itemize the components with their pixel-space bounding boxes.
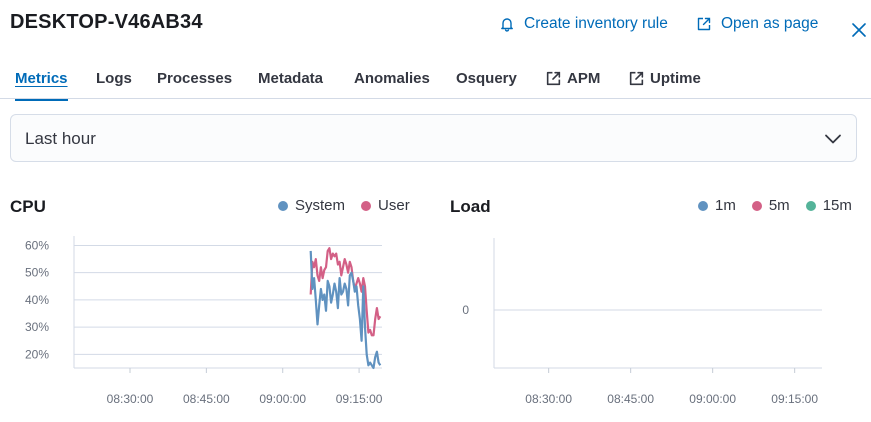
tab-bar: Metrics Logs Processes Metadata Anomalie… (0, 60, 871, 101)
legend-label: User (378, 197, 410, 214)
legend-label: 5m (768, 197, 790, 214)
legend-item-5m[interactable]: 5m (751, 197, 790, 214)
x-tick-label: 09:15:00 (771, 392, 818, 406)
legend-dot (805, 200, 816, 211)
chevron-down-icon (825, 134, 841, 144)
x-tick-label: 09:15:00 (336, 392, 383, 406)
legend-dot (751, 200, 762, 211)
x-tick-label: 09:00:00 (689, 392, 736, 406)
y-tick-label: 40% (25, 293, 49, 307)
tab-logs[interactable]: Logs (96, 68, 132, 100)
host-title: DESKTOP-V46AB34 (10, 11, 203, 33)
legend-item-user[interactable]: User (361, 197, 410, 214)
x-tick-label: 08:30:00 (107, 392, 154, 406)
tab-metadata[interactable]: Metadata (258, 68, 323, 100)
y-tick-label: 20% (25, 347, 49, 361)
open-as-page-label: Open as page (721, 15, 819, 32)
tab-uptime[interactable]: Uptime (628, 68, 701, 100)
open-as-page-link[interactable]: Open as page (696, 14, 818, 34)
external-link-icon (697, 17, 711, 31)
load-chart: 0 08:30:00 08:45:00 09:00:00 09:15:00 (462, 238, 822, 406)
tab-metrics[interactable]: Metrics (15, 68, 68, 101)
x-tick-label: 08:45:00 (607, 392, 654, 406)
legend-item-15m[interactable]: 15m (805, 197, 852, 214)
time-range-select[interactable]: Last hour (10, 114, 857, 162)
legend-item-system[interactable]: System (278, 197, 345, 214)
tab-label: Uptime (650, 70, 701, 87)
external-link-icon (629, 71, 644, 86)
close-button[interactable] (849, 20, 869, 40)
flyout-header: DESKTOP-V46AB34 Create inventory rule Op… (0, 0, 871, 60)
legend-dot (278, 200, 288, 211)
close-icon (852, 23, 866, 37)
legend-label: System (295, 197, 346, 214)
y-tick-label: 30% (25, 320, 49, 334)
y-tick-label: 60% (25, 238, 49, 252)
cpu-chart: 60% 50% 40% 30% 20% 08:30:00 08:45:00 09:00:00 0… (25, 236, 383, 406)
tab-apm[interactable]: APM (545, 68, 600, 100)
tab-label: Metadata (258, 70, 324, 87)
tab-label: Osquery (456, 70, 517, 87)
y-tick-label: 0 (462, 303, 469, 317)
tab-label: Processes (157, 70, 233, 87)
legend-dot (361, 200, 372, 211)
load-chart-title: Load (450, 197, 491, 216)
tab-osquery[interactable]: Osquery (456, 68, 517, 100)
create-inventory-rule-link[interactable]: Create inventory rule (499, 14, 668, 34)
legend-label: 15m (822, 197, 852, 214)
legend-item-1m[interactable]: 1m (698, 197, 736, 214)
external-link-icon (546, 71, 561, 86)
tab-label: Logs (96, 70, 132, 87)
x-tick-label: 09:00:00 (259, 392, 306, 406)
load-legend: 1m 5m 15m (682, 197, 852, 214)
x-tick-label: 08:45:00 (183, 392, 230, 406)
tab-processes[interactable]: Processes (157, 68, 232, 100)
legend-dot (698, 200, 708, 211)
legend-label: 1m (715, 197, 736, 214)
y-tick-label: 50% (25, 266, 49, 280)
cpu-legend: System User (262, 197, 410, 214)
time-range-value: Last hour (25, 129, 96, 148)
x-tick-label: 08:30:00 (525, 392, 572, 406)
tab-label: Metrics (15, 70, 68, 87)
cpu-chart-title: CPU (10, 197, 46, 216)
create-inventory-rule-label: Create inventory rule (524, 15, 668, 32)
tab-anomalies[interactable]: Anomalies (354, 68, 430, 100)
tab-label: Anomalies (354, 70, 430, 87)
bell-icon (501, 18, 513, 32)
tab-label: APM (567, 70, 601, 87)
